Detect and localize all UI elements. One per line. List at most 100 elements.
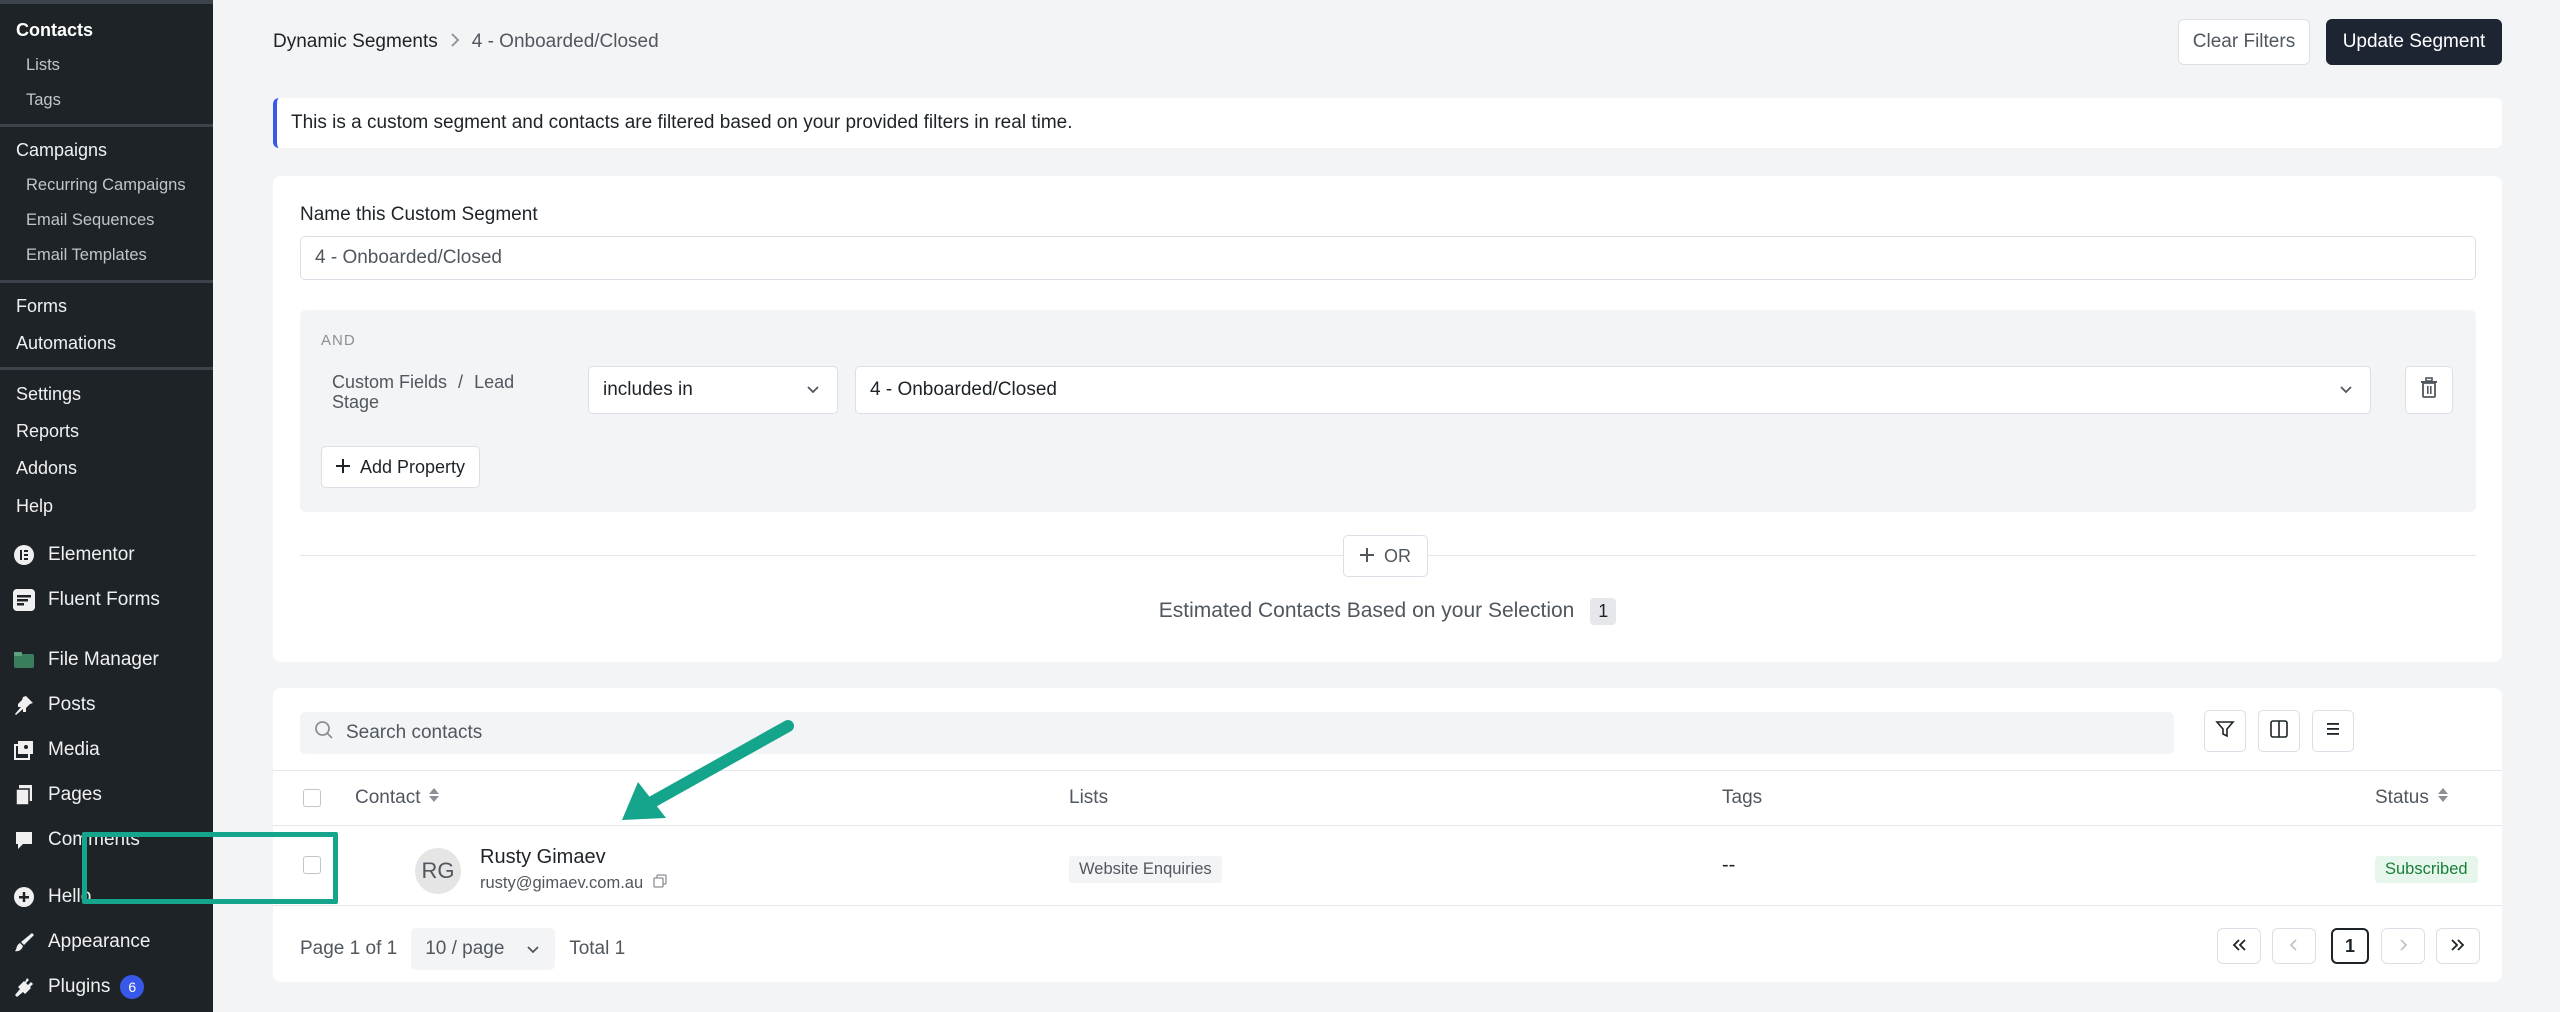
filter-button[interactable] xyxy=(2204,710,2246,752)
value-select[interactable]: 4 - Onboarded/Closed xyxy=(855,366,2371,414)
contact-email: rusty@gimaev.com.au xyxy=(480,874,667,893)
sidebar-item-elementor[interactable]: Elementor xyxy=(0,533,213,577)
prev-page-button[interactable] xyxy=(2272,928,2316,964)
sidebar-item-posts[interactable]: Posts xyxy=(0,683,213,727)
column-status-label: Status xyxy=(2375,787,2429,808)
sidebar-item-label: File Manager xyxy=(48,649,159,670)
delete-condition-button[interactable] xyxy=(2405,366,2453,414)
clear-filters-button[interactable]: Clear Filters xyxy=(2178,19,2310,65)
contact-name-link[interactable]: Rusty Gimaev xyxy=(480,846,606,869)
next-page-button[interactable] xyxy=(2381,928,2425,964)
list-view-button[interactable] xyxy=(2312,710,2354,752)
page-size-select[interactable]: 10 / page xyxy=(411,928,556,970)
search-placeholder: Search contacts xyxy=(346,722,483,743)
search-icon xyxy=(314,720,334,746)
chevron-right-icon xyxy=(2398,936,2408,957)
sidebar-item-media[interactable]: Media xyxy=(0,728,213,772)
pages-icon xyxy=(12,783,36,807)
columns-button[interactable] xyxy=(2258,710,2300,752)
info-notice: This is a custom segment and contacts ar… xyxy=(273,98,2502,148)
sidebar-item-reports[interactable]: Reports xyxy=(16,421,79,442)
list-badge: Website Enquiries xyxy=(1069,856,1222,883)
sidebar-item-label: Posts xyxy=(48,694,96,715)
breadcrumb-root-link[interactable]: Dynamic Segments xyxy=(273,31,438,53)
sidebar-item-appearance[interactable]: Appearance xyxy=(0,920,213,964)
chevron-down-icon xyxy=(805,381,821,403)
sidebar-divider xyxy=(0,124,213,127)
sidebar-divider xyxy=(0,367,213,370)
sort-icon xyxy=(2437,786,2449,810)
sidebar-item-label: Plugins xyxy=(48,976,111,997)
pagination-info: Page 1 of 1 10 / page Total 1 xyxy=(300,928,625,970)
condition-group: AND Custom Fields / Lead Stage includes … xyxy=(300,310,2476,512)
sidebar-item-plugins[interactable]: Plugins 6 xyxy=(0,965,213,1009)
column-tags: Tags xyxy=(1722,787,1763,808)
sidebar-item-campaigns[interactable]: Campaigns xyxy=(16,140,107,161)
sidebar-item-label: Elementor xyxy=(48,544,135,565)
sidebar-item-tags[interactable]: Tags xyxy=(26,91,61,110)
sidebar-item-contacts[interactable]: Contacts xyxy=(16,20,93,41)
fluent-forms-icon xyxy=(12,588,36,612)
breadcrumb-current: 4 - Onboarded/Closed xyxy=(471,30,659,52)
operator-select[interactable]: includes in xyxy=(588,366,838,414)
sidebar-item-fluent-forms[interactable]: Fluent Forms xyxy=(0,578,213,622)
trash-icon xyxy=(2419,376,2439,404)
column-contact-label: Contact xyxy=(355,787,421,808)
add-property-label: Add Property xyxy=(360,456,466,477)
plugins-update-badge: 6 xyxy=(120,975,145,999)
filter-icon xyxy=(2215,719,2235,744)
double-chevron-left-icon xyxy=(2231,936,2247,957)
double-chevron-right-icon xyxy=(2450,936,2466,957)
tags-value: -- xyxy=(1722,854,1736,876)
search-input[interactable]: Search contacts xyxy=(300,712,2174,754)
page-number-button[interactable]: 1 xyxy=(2331,928,2369,964)
sidebar-item-email-sequences[interactable]: Email Sequences xyxy=(26,211,154,230)
chevron-down-icon xyxy=(525,941,541,963)
elementor-icon xyxy=(12,543,36,567)
media-icon xyxy=(12,738,36,762)
plus-icon xyxy=(1360,546,1374,567)
first-page-button[interactable] xyxy=(2217,928,2261,964)
brush-icon xyxy=(12,930,36,954)
operator-value: includes in xyxy=(603,379,693,400)
condition-field: Custom Fields / Lead Stage xyxy=(332,372,542,412)
copy-icon[interactable] xyxy=(653,874,667,893)
add-property-button[interactable]: Add Property xyxy=(321,446,481,488)
wp-admin-menu: Elementor Fluent Forms File Manager Post… xyxy=(0,530,213,1012)
update-segment-button[interactable]: Update Segment xyxy=(2326,19,2502,65)
highlight-box xyxy=(82,832,338,904)
estimate-text: Estimated Contacts Based on your Selecti… xyxy=(1158,599,1575,622)
sort-icon xyxy=(428,786,440,810)
sidebar-item-help[interactable]: Help xyxy=(16,496,53,517)
sidebar-item-email-templates[interactable]: Email Templates xyxy=(26,246,147,265)
sidebar-item-addons[interactable]: Addons xyxy=(16,458,77,479)
sidebar-item-recurring-campaigns[interactable]: Recurring Campaigns xyxy=(26,176,186,195)
sidebar-item-automations[interactable]: Automations xyxy=(16,333,116,354)
chevron-right-icon xyxy=(450,30,460,53)
sidebar-item-forms[interactable]: Forms xyxy=(16,296,67,317)
breadcrumb: Dynamic Segments 4 - Onboarded/Closed xyxy=(273,30,659,53)
sidebar-item-pages[interactable]: Pages xyxy=(0,773,213,817)
add-or-group-button[interactable]: OR xyxy=(1343,535,1428,577)
estimated-contacts: Estimated Contacts Based on your Selecti… xyxy=(273,598,2502,625)
column-status[interactable]: Status xyxy=(2375,771,2449,825)
sidebar-item-label: Pages xyxy=(48,784,102,805)
table-row[interactable]: RG Rusty Gimaev rusty@gimaev.com.au Webs… xyxy=(273,826,2502,906)
last-page-button[interactable] xyxy=(2436,928,2480,964)
plus-circle-icon xyxy=(12,885,36,909)
sidebar-item-lists[interactable]: Lists xyxy=(26,56,60,75)
contact-email-text: rusty@gimaev.com.au xyxy=(480,874,644,892)
columns-icon xyxy=(2269,719,2289,744)
plug-icon xyxy=(12,975,36,999)
comment-icon xyxy=(12,828,36,852)
column-lists: Lists xyxy=(1069,787,1109,808)
sidebar-item-label: Media xyxy=(48,739,100,760)
column-contact[interactable]: Contact xyxy=(355,771,440,825)
sidebar-item-settings[interactable]: Settings xyxy=(16,384,81,405)
select-all-checkbox[interactable] xyxy=(303,789,321,807)
sidebar-item-label: Fluent Forms xyxy=(48,589,160,610)
sidebar-item-file-manager[interactable]: File Manager xyxy=(0,638,213,682)
total-count: Total 1 xyxy=(569,938,626,959)
segment-name-input[interactable]: 4 - Onboarded/Closed xyxy=(300,236,2476,280)
avatar: RG xyxy=(415,848,461,894)
